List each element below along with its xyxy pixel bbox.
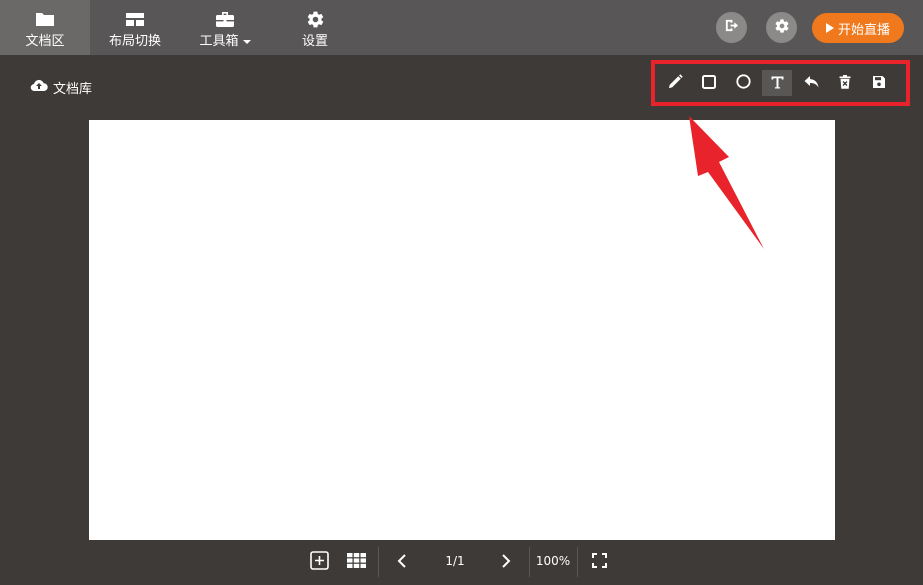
nav-item-document-area[interactable]: 文档区 [0, 0, 90, 55]
save-tool-button[interactable] [865, 70, 893, 96]
text-tool-button[interactable] [762, 70, 792, 96]
nav-item-toolbox[interactable]: 工具箱 [180, 0, 270, 55]
save-icon [872, 74, 886, 93]
document-library-label: 文档库 [53, 81, 93, 97]
nav-item-settings[interactable]: 设置 [270, 0, 360, 55]
trash-icon [839, 74, 851, 93]
chevron-right-icon [501, 553, 511, 572]
grid-icon [346, 552, 366, 572]
nav-item-label: 文档区 [25, 34, 65, 49]
thumbnails-button[interactable] [345, 550, 367, 574]
bottom-divider [378, 547, 379, 577]
previous-page-button[interactable] [393, 550, 411, 574]
clear-tool-button[interactable] [831, 70, 859, 96]
pencil-tool-button[interactable] [661, 70, 689, 96]
folder-icon [35, 10, 55, 28]
nav-item-layout-switch[interactable]: 布局切换 [90, 0, 180, 55]
top-navigation-bar: 文档区 布局切换 工具箱 设置 开始直播 [0, 0, 923, 55]
undo-icon [804, 74, 819, 93]
text-icon [771, 74, 784, 93]
nav-item-label: 布局切换 [108, 34, 161, 49]
header-settings-button[interactable] [766, 12, 797, 43]
cloud-upload-icon [30, 79, 53, 96]
add-page-icon [309, 550, 329, 574]
layout-icon [125, 10, 145, 28]
chevron-left-icon [397, 553, 407, 572]
pencil-icon [668, 73, 683, 93]
page-indicator: 1/1 [445, 554, 465, 568]
nav-item-label: 工具箱 [199, 34, 251, 50]
undo-tool-button[interactable] [797, 70, 825, 96]
square-icon [702, 74, 716, 93]
gear-icon [306, 10, 325, 28]
bottom-divider [529, 547, 530, 577]
exit-button[interactable] [716, 12, 747, 43]
fullscreen-button[interactable] [589, 550, 609, 574]
rectangle-tool-button[interactable] [695, 70, 723, 96]
circle-icon [735, 73, 751, 93]
circle-tool-button[interactable] [729, 70, 757, 96]
start-live-label: 开始直播 [837, 22, 890, 38]
document-library-link[interactable]: 文档库 [30, 78, 93, 97]
gear-icon [774, 18, 790, 38]
toolbox-icon [215, 10, 235, 28]
add-page-button[interactable] [308, 550, 330, 574]
start-live-button[interactable]: 开始直播 [812, 13, 904, 43]
caret-down-icon [242, 39, 251, 44]
play-icon [825, 23, 834, 33]
whiteboard-canvas[interactable] [89, 120, 835, 540]
zoom-level: 100% [535, 554, 571, 568]
fullscreen-icon [591, 552, 607, 572]
next-page-button[interactable] [497, 550, 515, 574]
exit-icon [724, 18, 739, 37]
bottom-divider [577, 547, 578, 577]
nav-item-label: 设置 [301, 34, 328, 49]
